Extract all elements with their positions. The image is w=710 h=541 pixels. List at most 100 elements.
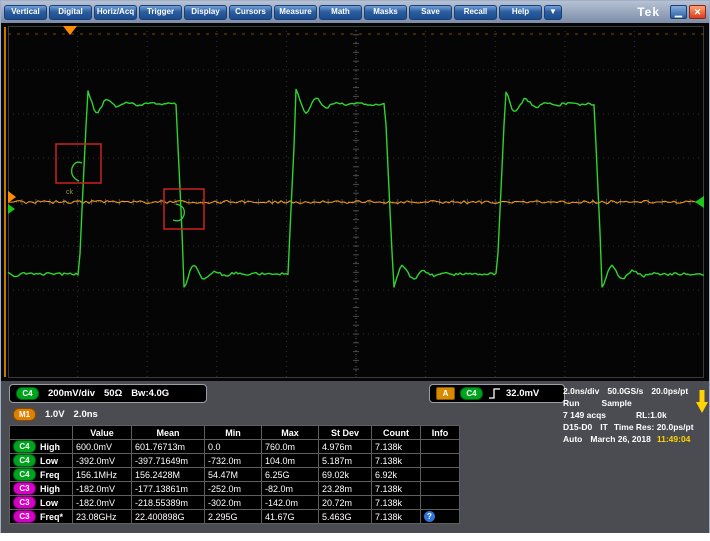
run-state: Run [563,398,580,408]
menu-horiz-acq[interactable]: Horiz/Acq [94,4,137,20]
cell-min: 2.295G [204,509,262,524]
math-readout-m1[interactable]: M1 1.0V 2.0ns [13,408,98,421]
trigger-mode: Auto [563,434,583,444]
cell-min: -252.0m [204,481,262,496]
interpolation-mode: IT [600,422,608,432]
menu-trigger[interactable]: Trigger [139,4,182,20]
meas-name: High [40,441,60,452]
waveform-display: ck [1,23,709,381]
screenshot-stage: Vertical Digital Horiz/Acq Trigger Displ… [0,0,710,541]
menu-measure[interactable]: Measure [274,4,317,20]
cell-min: 0.0 [204,439,262,454]
menu-digital[interactable]: Digital [49,4,92,20]
meas-name: Freq* [40,511,64,522]
cell-stdev: 5.187m [318,453,372,468]
row-channel-badge: C4 [13,468,36,481]
cell-max: 41.67G [261,509,319,524]
m1-badge: M1 [13,408,36,421]
menu-vertical[interactable]: Vertical [4,4,47,20]
trigger-readout[interactable]: A C4 32.0mV [429,384,565,403]
cell-mean: -218.55389m [131,495,205,510]
cell-info [420,439,460,454]
channel-readout-c4[interactable]: C4 200mV/div 50Ω Bw:4.0G [9,384,207,403]
tek-logo: Tek [637,5,660,19]
acquisition-mode: Sample [601,398,632,408]
menu-overflow-button[interactable]: ▼ [544,4,562,20]
measurement-row: C4 High 600.0mV 601.76713m 0.0 760.0m 4.9… [9,439,460,454]
info-help-icon[interactable]: ? [424,511,435,522]
graticule-and-traces: ck [8,26,704,378]
cell-min: -732.0m [204,453,262,468]
cell-max: -142.0m [261,495,319,510]
cell-max: -82.0m [261,481,319,496]
acquisition-count: 7 149 acqs [563,410,607,420]
menu-display[interactable]: Display [184,4,227,20]
digital-channels: D15-D0 [563,422,593,432]
time-resolution: Time Res: 20.0ps/pt [613,422,694,432]
row-channel-badge: C4 [13,454,36,467]
cell-max: 104.0m [261,453,319,468]
trigger-source-badge: C4 [460,387,483,400]
menu-recall[interactable]: Recall [454,4,497,20]
record-length: RL:1.0k [636,410,667,420]
meas-name: Low [40,497,58,508]
horizontal-acquisition-readout: 2.0ns/div 50.0GS/s 20.0ps/pt Run Sample … [563,385,709,445]
status-panel: C4 200mV/div 50Ω Bw:4.0G M1 1.0V 2.0ns A… [1,381,709,533]
header-count: Count [371,425,421,440]
cell-mean: 156.2428M [131,467,205,482]
a-trigger-badge: A [436,387,455,400]
menu-cursors[interactable]: Cursors [229,4,272,20]
cell-value: 600.0mV [72,439,132,454]
cell-mean: -177.13861m [131,481,205,496]
cell-info [420,453,460,468]
cell-stdev: 20.72m [318,495,372,510]
measurement-table: Value Mean Min Max St Dev Count Info C4 H… [9,425,460,524]
close-button[interactable]: ✕ [689,5,706,19]
cell-info [420,481,460,496]
timebase-per-div: 2.0ns/div [563,386,600,396]
cell-value: -182.0mV [72,481,132,496]
header-value: Value [72,425,132,440]
date-label: March 26, 2018 [590,434,651,444]
yellow-down-arrow-icon [696,390,708,413]
cell-count: 7.138k [371,453,421,468]
cell-count: 7.138k [371,439,421,454]
header-stdev: St Dev [318,425,372,440]
cell-mean: 22.400898G [131,509,205,524]
header-info: Info [420,425,460,440]
row-channel-badge: C4 [13,440,36,453]
menu-help[interactable]: Help [499,4,542,20]
menu-masks[interactable]: Masks [364,4,407,20]
measurement-row: C4 Low -392.0mV -397.71649m -732.0m 104.0… [9,453,460,468]
meas-name: Low [40,455,58,466]
m1-scale: 1.0V [45,409,65,420]
cell-stdev: 4.976m [318,439,372,454]
minimize-button[interactable]: ▁ [670,5,687,19]
cell-max: 760.0m [261,439,319,454]
time-label: 11:49:04 [656,434,691,444]
measurement-row: C4 Freq 156.1MHz 156.2428M 54.47M 6.25G 6… [9,467,460,482]
cell-info [420,467,460,482]
cell-value: 156.1MHz [72,467,132,482]
cell-value: -392.0mV [72,453,132,468]
row-channel-badge: C3 [13,510,36,523]
c4-termination: 50Ω [104,388,123,399]
row-channel-badge: C3 [13,496,36,509]
header-mean: Mean [131,425,205,440]
svg-text:ck: ck [66,189,74,196]
meas-name: High [40,483,60,494]
cell-stdev: 69.02k [318,467,372,482]
menu-save[interactable]: Save [409,4,452,20]
cell-count: 7.138k [371,495,421,510]
header-min: Min [204,425,262,440]
meas-name: Freq [40,469,60,480]
measurement-row: C3 Freq* 23.08GHz 22.400898G 2.295G 41.67… [9,509,460,524]
cell-count: 6.92k [371,467,421,482]
header-name [9,425,73,440]
menu-math[interactable]: Math [319,4,362,20]
cell-count: 7.138k [371,481,421,496]
cell-value: 23.08GHz [72,509,132,524]
c4-scale: 200mV/div [48,388,95,399]
m1-timebase: 2.0ns [73,409,98,420]
trigger-level: 32.0mV [506,388,540,399]
